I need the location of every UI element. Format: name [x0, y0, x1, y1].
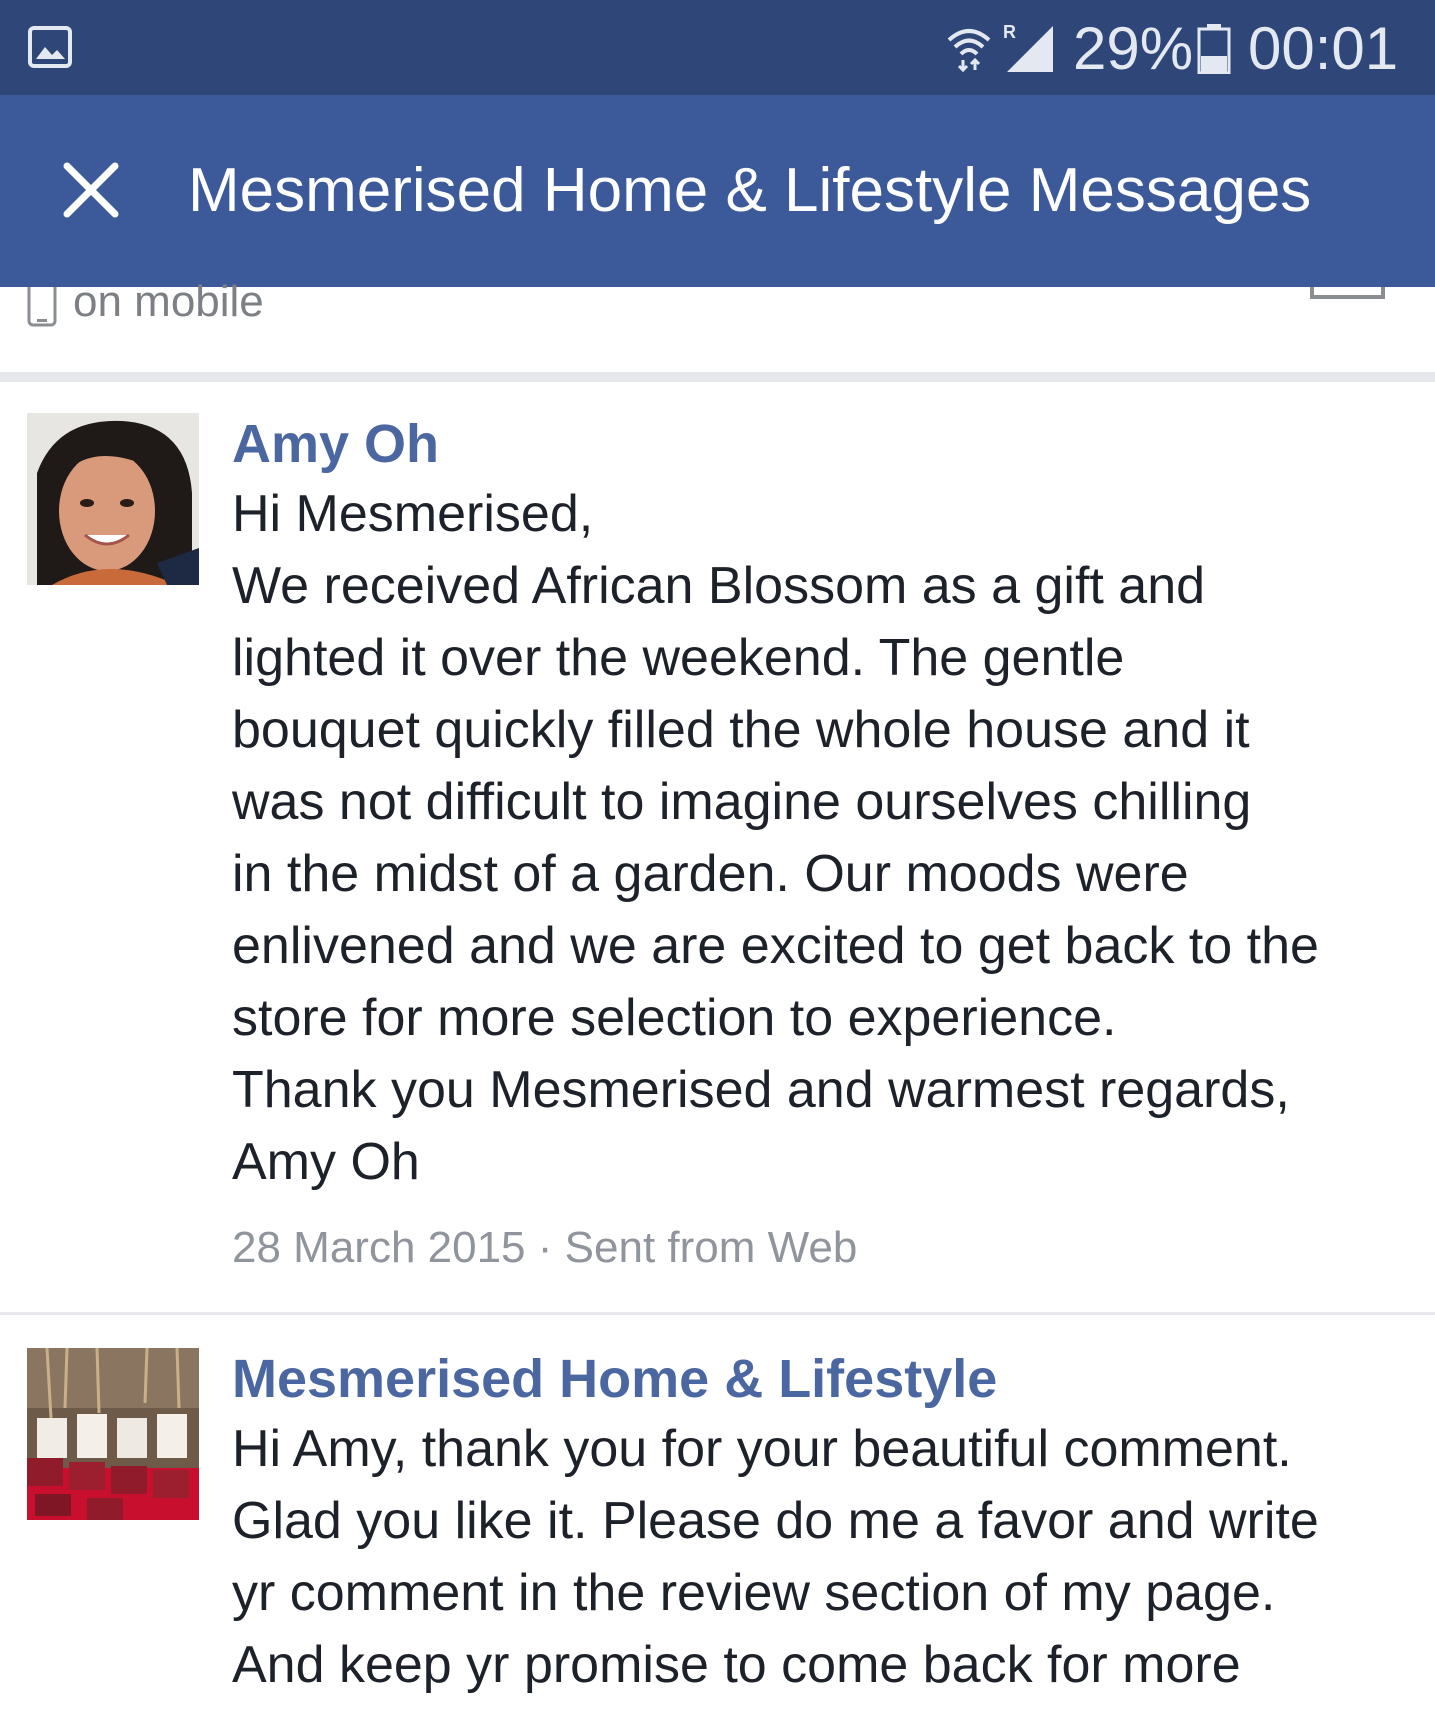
message-source: Sent from Web: [564, 1223, 858, 1272]
gallery-icon: [28, 26, 72, 68]
message-line: store for more selection to experience.: [232, 989, 1117, 1047]
clock: 00:01: [1248, 15, 1399, 82]
signal-roaming-icon: R: [1003, 22, 1053, 72]
message-line: Thank you Mesmerised and warmest regards…: [232, 1061, 1290, 1119]
message-date: 28 March 2015: [232, 1223, 526, 1272]
message-line: bouquet quickly filled the whole house a…: [232, 701, 1250, 759]
message-line: We received African Blossom as a gift an…: [232, 557, 1206, 615]
message-meta: 28 March 2015 · Sent from Web: [232, 1220, 857, 1276]
header-bar: Mesmerised Home & Lifestyle Messages: [0, 95, 1435, 287]
message-item: Mesmerised Home & Lifestyle Hi Amy, than…: [0, 1315, 1435, 1709]
message-line: Hi Amy, thank you for your beautiful com…: [232, 1420, 1292, 1478]
avatar[interactable]: [27, 1348, 199, 1520]
battery-icon: [1197, 24, 1231, 74]
mobile-phone-icon: [27, 287, 57, 327]
message-body: Hi Amy, thank you for your beautiful com…: [232, 1413, 1412, 1701]
status-bar: R 29% 00:01: [0, 0, 1435, 95]
message-body: Hi Mesmerised, We received African Bloss…: [232, 478, 1412, 1198]
page-title: Mesmerised Home & Lifestyle Messages: [188, 156, 1312, 225]
avatar[interactable]: [27, 413, 199, 585]
meta-separator: ·: [537, 1223, 553, 1272]
message-line: lighted it over the weekend. The gentle: [232, 629, 1125, 687]
battery-percentage: 29%: [1073, 15, 1194, 82]
sender-name[interactable]: Amy Oh: [232, 412, 439, 476]
message-line: enlivened and we are excited to get back…: [232, 917, 1319, 975]
message-line: And keep yr promise to come back for mor…: [232, 1636, 1241, 1694]
previous-conversation-row: on mobile: [0, 277, 1435, 375]
message-line: in the midst of a garden. Our moods were: [232, 845, 1189, 903]
message-line: was not difficult to imagine ourselves c…: [232, 773, 1252, 831]
close-icon[interactable]: [62, 161, 120, 219]
message-line: Amy Oh: [232, 1133, 420, 1191]
message-line: yr comment in the review section of my p…: [232, 1564, 1276, 1622]
wifi-icon: [947, 29, 991, 72]
message-line: Glad you like it. Please do me a favor a…: [232, 1492, 1319, 1550]
divider: [0, 372, 1435, 382]
message-item: Amy Oh Hi Mesmerised, We received Africa…: [0, 382, 1435, 1312]
on-mobile-status: on mobile: [73, 277, 264, 326]
message-icon-partial: [1310, 287, 1385, 299]
message-line: Hi Mesmerised,: [232, 485, 594, 543]
svg-text:R: R: [1003, 22, 1016, 42]
sender-name[interactable]: Mesmerised Home & Lifestyle: [232, 1347, 997, 1411]
